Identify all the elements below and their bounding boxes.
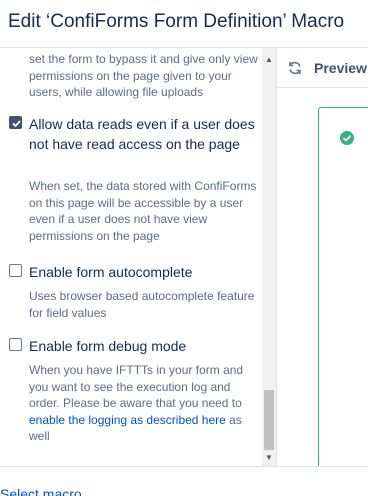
form-autocomplete-description: Uses browser based autocomplete feature … <box>29 289 255 320</box>
parameters-scrollbar[interactable]: ▲ ▼ <box>262 48 276 466</box>
select-macro-link[interactable]: Select macro <box>0 486 82 496</box>
option-description: set the form to bypass it and give only … <box>29 52 258 99</box>
dialog-title: Edit ‘ConfiForms Form Definition’ Macro <box>8 11 345 32</box>
preview-card <box>318 107 368 477</box>
form-autocomplete-label[interactable]: Enable form autocomplete <box>29 262 259 282</box>
checkmark-icon <box>12 120 21 128</box>
refresh-icon[interactable] <box>287 60 303 76</box>
preview-header[interactable]: Preview <box>277 48 368 88</box>
scroll-up-arrow-icon[interactable]: ▲ <box>262 52 276 66</box>
dialog-footer: Select macro <box>0 466 368 496</box>
scrollbar-thumb[interactable] <box>264 390 274 450</box>
form-debug-mode-checkbox[interactable] <box>9 338 22 351</box>
allow-data-reads-label[interactable]: Allow data reads even if a user does not… <box>29 114 259 154</box>
scroll-down-arrow-icon[interactable]: ▼ <box>262 450 276 464</box>
dialog-header: Edit ‘ConfiForms Form Definition’ Macro <box>0 0 368 48</box>
form-debug-mode-label[interactable]: Enable form debug mode <box>29 336 259 356</box>
allow-data-reads-checkbox[interactable] <box>9 116 22 129</box>
preview-label[interactable]: Preview <box>314 60 367 76</box>
allow-data-reads-description: When set, the data stored with ConfiForm… <box>29 179 257 243</box>
pane-divider <box>276 48 277 466</box>
enable-logging-link[interactable]: enable the logging as described here <box>29 413 226 427</box>
success-check-icon <box>340 131 354 145</box>
form-autocomplete-checkbox[interactable] <box>9 264 22 277</box>
debug-desc-text: When you have IFTTTs in your form and yo… <box>29 363 244 410</box>
form-debug-mode-description: When you have IFTTTs in your form and yo… <box>29 362 259 445</box>
macro-parameters-pane[interactable]: set the form to bypass it and give only … <box>0 48 276 466</box>
